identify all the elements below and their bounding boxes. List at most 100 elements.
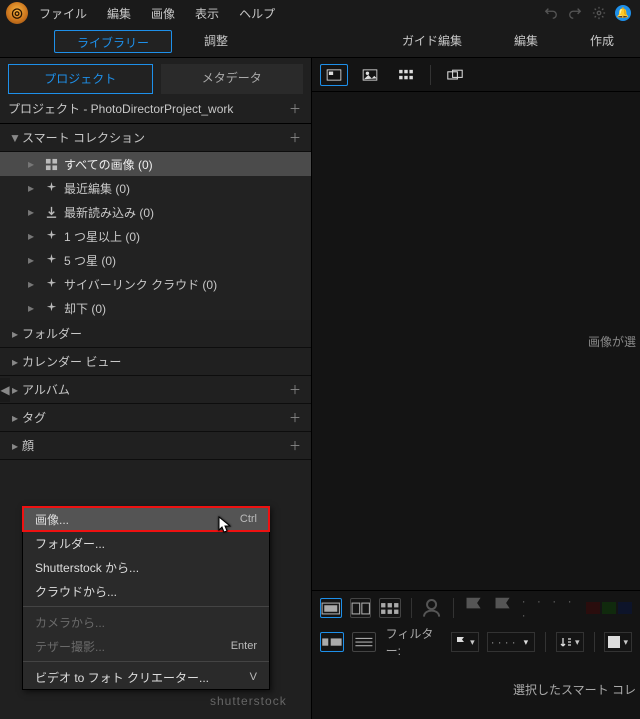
color-blue[interactable] — [618, 602, 632, 614]
filmstrip-grid-icon[interactable] — [379, 598, 401, 618]
notification-bell-icon[interactable]: 🔔 — [612, 2, 634, 24]
subtab-metadata[interactable]: メタデータ — [161, 64, 304, 94]
filter-label: フィルター: — [386, 625, 443, 659]
subtab-project[interactable]: プロジェクト — [8, 64, 153, 94]
section-folder[interactable]: ▸ フォルダー — [0, 320, 311, 348]
section-smart-label: スマート コレクション — [22, 129, 287, 146]
add-tag-icon[interactable]: ＋ — [287, 409, 303, 426]
chevron-right-icon: ▸ — [8, 327, 22, 341]
import-context-menu: 画像... Ctrl フォルダー... Shutterstock から... ク… — [22, 506, 270, 690]
color-green[interactable] — [602, 602, 616, 614]
settings-gear-icon[interactable] — [588, 2, 610, 24]
tab-edit[interactable]: 編集 — [488, 26, 564, 57]
menu-image[interactable]: 画像 — [142, 1, 184, 26]
chevron-down-icon: ▼ — [8, 131, 22, 145]
section-album-label: アルバム — [22, 381, 287, 398]
project-name: プロジェクト - PhotoDirectorProject_work — [8, 100, 233, 117]
mouse-cursor-icon — [218, 516, 232, 534]
sparkle-icon — [44, 253, 58, 267]
menu-file[interactable]: ファイル — [30, 1, 96, 26]
undo-icon[interactable] — [540, 2, 562, 24]
ctx-import-image[interactable]: 画像... Ctrl — [23, 507, 269, 531]
tree-item-label: 5 つ星 (0) — [64, 252, 116, 269]
add-face-icon[interactable]: ＋ — [287, 437, 303, 454]
tab-adjust[interactable]: 調整 — [178, 26, 254, 57]
ctx-import-shutterstock[interactable]: Shutterstock から... — [23, 555, 269, 579]
view-secondary-icon[interactable] — [441, 64, 469, 86]
ctx-import-folder[interactable]: フォルダー... — [23, 531, 269, 555]
section-tag[interactable]: ▸タグ ＋ — [0, 404, 311, 432]
sort-combo[interactable]: ▾ — [556, 632, 584, 652]
tree-item-recent-import[interactable]: ▸ 最新読み込み (0) — [0, 200, 311, 224]
filter-dots-combo[interactable]: ····▾ — [487, 632, 536, 652]
view-image-icon[interactable] — [356, 64, 384, 86]
ctx-import-camera: カメラから... — [23, 610, 269, 634]
add-album-icon[interactable]: ＋ — [287, 381, 303, 398]
section-folder-label: フォルダー — [22, 325, 303, 342]
tree-item-recent-edit[interactable]: ▸ 最近編集 (0) — [0, 176, 311, 200]
selection-message-text: 選択したスマート コレ — [513, 681, 636, 698]
menu-view[interactable]: 表示 — [186, 1, 228, 26]
ctx-separator — [23, 661, 269, 662]
app-logo-icon: ◎ — [6, 2, 28, 24]
menu-help[interactable]: ヘルプ — [230, 1, 284, 26]
add-smart-icon[interactable]: ＋ — [287, 129, 303, 146]
ctx-item-label: テザー撮影... — [35, 638, 105, 655]
section-face[interactable]: ▸顔 ＋ — [0, 432, 311, 460]
view-thumb-large-icon[interactable] — [320, 64, 348, 86]
selection-message: 選択したスマート コレ — [312, 659, 640, 719]
rating-stars[interactable]: · · · · · — [522, 594, 578, 622]
color-filter-combo[interactable]: ▾ — [604, 632, 632, 652]
redo-icon[interactable] — [564, 2, 586, 24]
chevron-down-icon: ▾ — [470, 637, 475, 648]
ctx-item-shortcut: V — [250, 671, 257, 683]
shutterstock-watermark: shutterstock — [210, 694, 287, 708]
add-project-icon[interactable]: ＋ — [287, 100, 303, 117]
ctx-video-to-photo[interactable]: ビデオ to フォト クリエーター... V — [23, 665, 269, 689]
ctx-item-label: 画像... — [35, 511, 69, 528]
sparkle-icon — [44, 301, 58, 315]
view-grid-icon[interactable] — [392, 64, 420, 86]
menubar: ◎ ファイル 編集 画像 表示 ヘルプ 🔔 — [0, 0, 640, 26]
smart-tree: ▸ すべての画像 (0) ▸ 最近編集 (0) ▸ 最新読み込み (0) ▸ 1… — [0, 152, 311, 320]
tab-guided[interactable]: ガイド編集 — [376, 26, 488, 57]
ctx-import-cloud[interactable]: クラウドから... — [23, 579, 269, 603]
tree-item-label: 却下 (0) — [64, 300, 106, 317]
section-smart[interactable]: ▼ スマート コレクション ＋ — [0, 124, 311, 152]
flag-icon[interactable] — [463, 598, 484, 618]
tab-library[interactable]: ライブラリー — [54, 30, 172, 53]
panel-collapse-icon[interactable]: ◀ — [0, 378, 10, 402]
color-labels[interactable] — [586, 602, 632, 614]
view-toolbar — [312, 58, 640, 92]
menu-edit[interactable]: 編集 — [98, 1, 140, 26]
tab-spacer — [0, 26, 48, 57]
filmstrip-single-icon[interactable] — [320, 598, 342, 618]
tree-item-rejected[interactable]: ▸ 却下 (0) — [0, 296, 311, 320]
section-calendar[interactable]: ▸カレンダー ビュー — [0, 348, 311, 376]
ctx-separator — [23, 606, 269, 607]
tree-item-cloud[interactable]: ▸ サイバーリンク クラウド (0) — [0, 272, 311, 296]
color-red[interactable] — [586, 602, 600, 614]
strip-mode2-icon[interactable] — [352, 632, 376, 652]
ctx-item-label: フォルダー... — [35, 535, 105, 552]
ctx-item-label: クラウドから... — [35, 583, 117, 600]
flag-reject-icon[interactable] — [492, 598, 513, 618]
filmstrip-split-icon[interactable] — [350, 598, 372, 618]
filter-flag-combo[interactable]: ▾ — [451, 632, 479, 652]
tab-create[interactable]: 作成 — [564, 26, 640, 57]
strip-mode1-icon[interactable] — [320, 632, 344, 652]
tree-item-label: サイバーリンク クラウド (0) — [64, 276, 217, 293]
tree-item-one-star[interactable]: ▸ 1 つ星以上 (0) — [0, 224, 311, 248]
right-panel: 画像が選 · · · · · — [312, 58, 640, 719]
sparkle-icon — [44, 229, 58, 243]
tree-item-label: すべての画像 (0) — [64, 156, 153, 173]
section-face-label: 顔 — [22, 437, 287, 454]
tree-item-five-star[interactable]: ▸ 5 つ星 (0) — [0, 248, 311, 272]
face-tag-icon[interactable] — [421, 598, 442, 618]
download-icon — [44, 205, 58, 219]
grid-icon — [44, 157, 58, 171]
section-calendar-label: カレンダー ビュー — [22, 353, 303, 370]
tree-item-all-images[interactable]: ▸ すべての画像 (0) — [0, 152, 311, 176]
project-line: プロジェクト - PhotoDirectorProject_work ＋ — [0, 94, 311, 124]
section-album[interactable]: ▸アルバム ＋ — [0, 376, 311, 404]
